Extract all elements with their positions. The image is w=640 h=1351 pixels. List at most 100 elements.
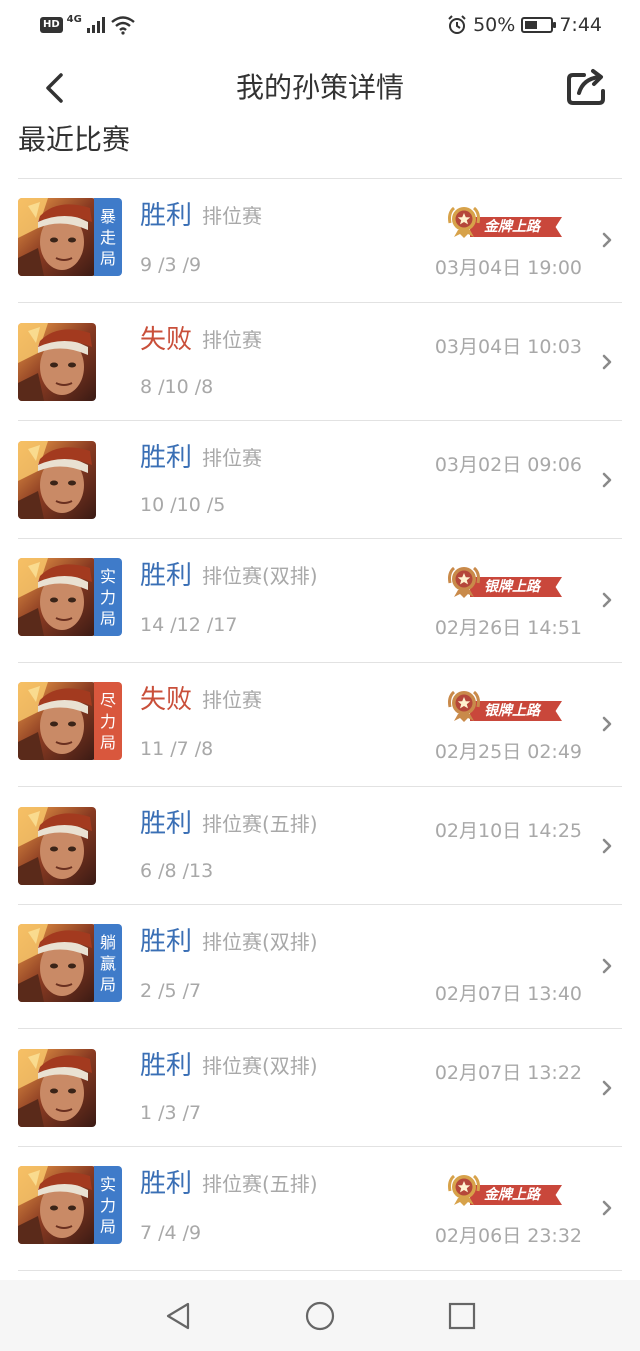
match-tag-char: 实 <box>99 566 116 586</box>
match-tag-char: 力 <box>99 1195 116 1215</box>
match-kda: 1 /3 /7 <box>140 1102 202 1124</box>
match-mode: 排位赛 <box>202 328 262 352</box>
chevron-right-icon <box>602 592 612 608</box>
match-tag-char: 躺 <box>99 932 116 952</box>
status-bar-right: 50% 7:44 <box>447 12 602 38</box>
hero-avatar <box>18 1166 96 1244</box>
match-tag-char: 力 <box>99 587 116 607</box>
match-result: 胜利 <box>140 927 193 957</box>
badge-text: 银牌上路 <box>484 579 540 595</box>
match-tag-char: 局 <box>99 974 116 994</box>
match-result: 胜利 <box>140 443 193 473</box>
battery-icon <box>521 17 557 33</box>
match-result: 胜利 <box>140 1169 193 1199</box>
match-mode: 排位赛 <box>202 204 262 228</box>
match-list: 暴走局胜利 排位赛 9 /3 /9 金牌上路 03月04日 19:00 失败 排位赛 8 /1… <box>18 178 622 1271</box>
match-tag-char: 走 <box>99 227 116 247</box>
hero-avatar <box>18 323 96 401</box>
chevron-right-icon <box>602 472 612 488</box>
badge-text: 金牌上路 <box>484 1187 540 1203</box>
match-result: 胜利 <box>140 201 193 231</box>
match-row[interactable]: 暴走局 胜利 排位赛 9 /3 /9 金牌上路 03月04日 19:00 <box>18 179 622 303</box>
match-date: 03月02日 09:06 <box>434 454 582 476</box>
nav-home-button[interactable] <box>300 1296 340 1336</box>
match-kda: 8 /10 /8 <box>140 376 214 398</box>
match-tag-char: 局 <box>99 732 116 752</box>
badge-text: 银牌上路 <box>484 703 540 719</box>
match-date: 02月10日 14:25 <box>434 820 582 842</box>
match-kda: 2 /5 /7 <box>140 980 202 1002</box>
match-tag-char: 局 <box>99 1216 116 1236</box>
match-tag-char: 实 <box>99 1174 116 1194</box>
match-tag: 尽力局 <box>94 682 122 760</box>
match-result: 胜利 <box>140 809 193 839</box>
match-tag-char: 局 <box>99 248 116 268</box>
match-mode: 排位赛(五排) <box>202 812 318 836</box>
match-row[interactable]: 实力局胜利 排位赛(五排) 7 /4 /9 金牌上路 02月06日 23:32 <box>18 1147 622 1271</box>
match-date: 02月25日 02:49 <box>434 741 582 763</box>
nav-back-button[interactable] <box>158 1296 198 1336</box>
match-date: 03月04日 19:00 <box>434 257 582 279</box>
match-result: 胜利 <box>140 1051 193 1081</box>
match-row[interactable]: 实力局胜利 排位赛(双排) 14 /12 /17 银牌上路 02月26日 14:51 <box>18 539 622 663</box>
hero-avatar <box>18 924 96 1002</box>
match-mode: 排位赛(双排) <box>202 930 318 954</box>
hero-avatar <box>18 558 96 636</box>
match-mode: 排位赛 <box>202 446 262 470</box>
chevron-right-icon <box>602 354 612 370</box>
status-bar-left: HD 4G <box>40 12 136 38</box>
match-tag: 实力局 <box>94 558 122 636</box>
hero-avatar <box>18 1049 96 1127</box>
system-nav-bar <box>0 1280 640 1351</box>
match-date: 03月04日 10:03 <box>434 336 582 358</box>
position-badge: 银牌上路 <box>444 563 564 601</box>
match-kda: 7 /4 /9 <box>140 1222 202 1244</box>
network-type: 4G <box>66 13 82 25</box>
match-result: 胜利 <box>140 561 193 591</box>
match-date: 02月26日 14:51 <box>434 617 582 639</box>
match-tag: 躺赢局 <box>94 924 122 1002</box>
hero-avatar <box>18 198 96 276</box>
hero-avatar <box>18 682 96 760</box>
section-title: 最近比赛 <box>18 123 131 156</box>
match-mode: 排位赛 <box>202 688 262 712</box>
medal-icon <box>446 1171 482 1207</box>
hd-indicator: HD <box>40 17 63 33</box>
match-kda: 11 /7 /8 <box>140 738 214 760</box>
match-kda: 6 /8 /13 <box>140 860 214 882</box>
match-tag: 实力局 <box>94 1166 122 1244</box>
match-mode: 排位赛(双排) <box>202 1054 318 1078</box>
top-app-bar: 我的孙策详情 <box>0 52 640 122</box>
share-icon <box>567 69 605 105</box>
triangle-back-icon <box>166 1302 190 1330</box>
nav-recents-button[interactable] <box>442 1296 482 1336</box>
position-badge: 银牌上路 <box>444 687 564 725</box>
match-mode: 排位赛(五排) <box>202 1172 318 1196</box>
match-row[interactable]: 失败 排位赛 8 /10 /8 03月04日 10:03 <box>18 303 622 421</box>
position-badge: 金牌上路 <box>444 1171 564 1209</box>
square-recents-icon <box>448 1302 476 1330</box>
match-row[interactable]: 胜利 排位赛(五排) 6 /8 /13 02月10日 14:25 <box>18 787 622 905</box>
match-row[interactable]: 躺赢局胜利 排位赛(双排) 2 /5 /7 02月07日 13:40 <box>18 905 622 1029</box>
match-result: 失败 <box>140 685 193 715</box>
page-title: 我的孙策详情 <box>235 71 404 104</box>
match-tag-char: 力 <box>99 711 116 731</box>
match-result: 失败 <box>140 325 193 355</box>
circle-home-icon <box>305 1301 335 1331</box>
match-tag-char: 暴 <box>99 206 116 226</box>
match-row[interactable]: 胜利 排位赛 10 /10 /5 03月02日 09:06 <box>18 421 622 539</box>
position-badge: 金牌上路 <box>444 203 564 241</box>
hero-avatar <box>18 807 96 885</box>
chevron-right-icon <box>602 1080 612 1096</box>
chevron-right-icon <box>602 838 612 854</box>
match-date: 02月07日 13:40 <box>434 983 582 1005</box>
match-row[interactable]: 尽力局失败 排位赛 11 /7 /8 银牌上路 02月25日 02:49 <box>18 663 622 787</box>
share-button[interactable] <box>564 64 610 110</box>
match-row[interactable]: 胜利 排位赛(双排) 1 /3 /7 02月07日 13:22 <box>18 1029 622 1147</box>
match-tag-char: 局 <box>99 608 116 628</box>
medal-icon <box>446 687 482 723</box>
chevron-right-icon <box>602 1200 612 1216</box>
match-kda: 9 /3 /9 <box>140 254 202 276</box>
match-mode: 排位赛(双排) <box>202 564 318 588</box>
match-date: 02月07日 13:22 <box>434 1062 582 1084</box>
